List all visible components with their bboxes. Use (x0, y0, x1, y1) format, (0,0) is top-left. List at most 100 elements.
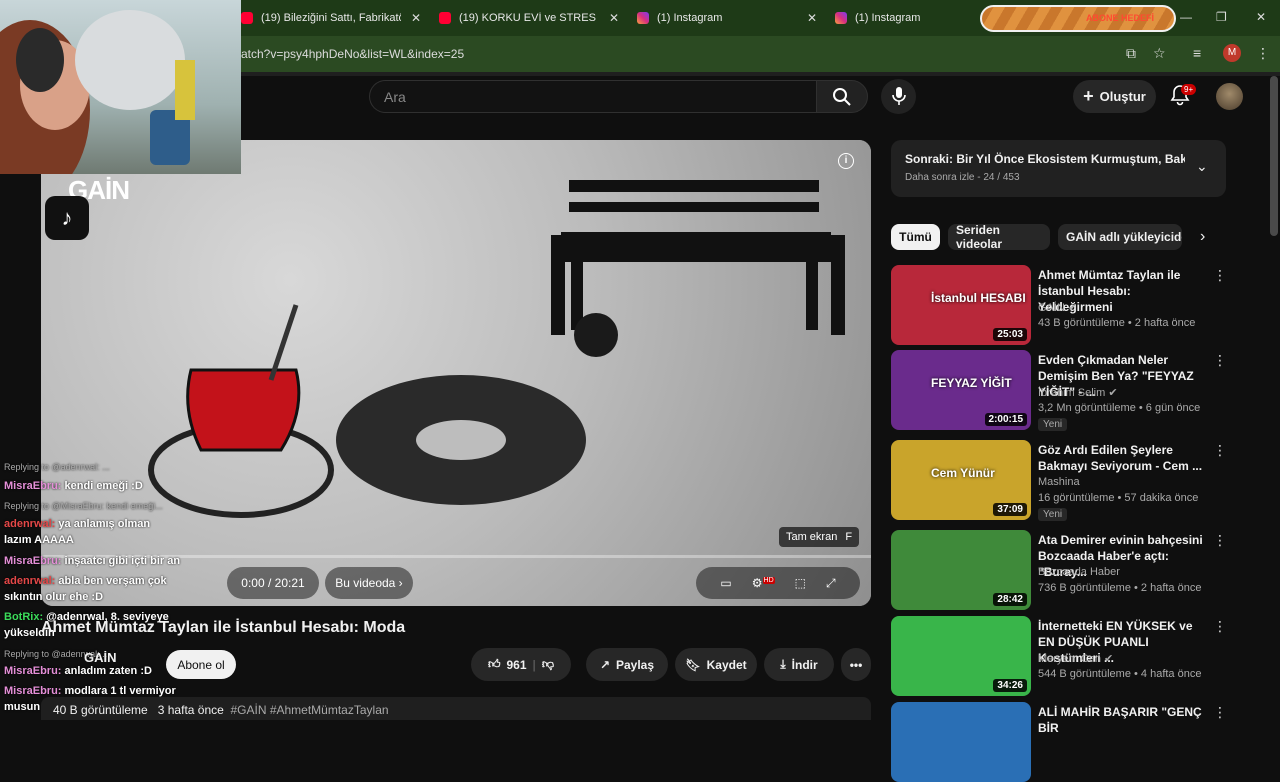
verified-icon: ✔︎ (1104, 653, 1114, 665)
minimize-icon[interactable]: — (1180, 10, 1192, 24)
chat-reply-text: Replying to @adenrwal: ... (4, 462, 110, 472)
more-vertical-icon[interactable]: ⋮ (1213, 618, 1227, 635)
fullscreen-icon[interactable]: ⤢ (826, 576, 836, 591)
channel-label: GAİN (1038, 302, 1065, 314)
recommendation-channel[interactable]: Bozcaada Haber (1038, 566, 1120, 578)
more-actions-button[interactable]: ••• (841, 648, 871, 681)
bookmark-star-icon[interactable]: ☆ (1153, 45, 1166, 62)
playlist-panel[interactable]: Sonraki: Bir Yıl Önce Ekosistem Kurmuştu… (891, 140, 1226, 197)
recommendation-channel[interactable]: Meryem Can ✔︎ (1038, 652, 1113, 665)
recommendation-channel[interactable]: GAİN ✔︎ (1038, 301, 1077, 314)
reading-list-icon[interactable]: ≡ (1193, 45, 1201, 61)
description-box[interactable]: 40 B görüntüleme 3 hafta önce #GAİN #Ahm… (41, 697, 871, 720)
install-icon[interactable]: ⧉ (1126, 45, 1136, 62)
theater-mode-icon[interactable]: ⬚ (795, 576, 806, 590)
chevron-right-icon[interactable]: › (1200, 228, 1205, 246)
restore-icon[interactable]: ❐ (1216, 10, 1227, 24)
voice-search-button[interactable] (881, 79, 916, 114)
video-duration: 2:00:15 (984, 413, 1027, 426)
share-label: Paylaş (616, 657, 655, 672)
close-window-icon[interactable]: ✕ (1256, 10, 1266, 24)
bench-illustration (551, 180, 845, 357)
url-field[interactable]: atch?v=psy4hphDeNo&list=WL&index=25 (241, 47, 464, 61)
youtube-icon (241, 12, 253, 24)
scrollbar[interactable] (1270, 76, 1278, 236)
subtitles-icon[interactable]: ▭ (720, 576, 731, 590)
video-thumbnail[interactable]: Cem Yünür 37:09 (891, 440, 1031, 520)
video-thumbnail[interactable]: 28:42 (891, 530, 1031, 610)
chip-uploader[interactable]: GAİN adlı yükleyiciden (1058, 224, 1182, 250)
chapters-button[interactable]: Bu videoda › (325, 567, 413, 599)
recommendation-title[interactable]: ALİ MAHİR BAŞARIR "GENÇ BİR (1038, 704, 1208, 736)
search-input[interactable]: Ara (369, 80, 816, 113)
recommendation-meta: 736 B görüntüleme • 2 hafta önce (1038, 582, 1202, 594)
more-vertical-icon[interactable]: ⋮ (1213, 442, 1227, 459)
more-vertical-icon[interactable]: ⋮ (1213, 352, 1227, 369)
chat-user: adenrwal: (4, 575, 56, 587)
browser-tab[interactable]: (1) Instagram (835, 6, 965, 30)
channel-label: İbrahim Selim (1038, 387, 1106, 399)
like-count[interactable]: 961 (506, 658, 526, 672)
recommendation-item[interactable]: ALİ MAHİR BAŞARIR "GENÇ BİR ⋮ (891, 702, 1227, 782)
menu-dots-icon[interactable]: ⋮ (1256, 45, 1270, 62)
recommendation-item[interactable]: 34:26 İnternetteki EN YÜKSEK ve EN DÜŞÜK … (891, 616, 1227, 696)
more-vertical-icon[interactable]: ⋮ (1213, 704, 1227, 721)
simit-illustration (336, 375, 586, 505)
chip-series[interactable]: Seriden videolar (948, 223, 1050, 251)
youtube-icon (439, 12, 451, 24)
channel-label: Meryem Can (1038, 653, 1101, 665)
chat-text: anladım zaten :D (64, 665, 152, 677)
more-vertical-icon[interactable]: ⋮ (1213, 267, 1227, 284)
recommendation-item[interactable]: İstanbul HESABI 25:03 Ahmet Mümtaz Taylan … (891, 265, 1227, 345)
create-button[interactable]: + Oluştur (1073, 80, 1156, 113)
chat-text: ya anlamış olman (58, 518, 151, 530)
video-thumbnail[interactable] (891, 702, 1031, 782)
time-text: 0:00 / 20:21 (241, 576, 305, 590)
chip-all[interactable]: Tümü (891, 224, 940, 250)
save-button[interactable]: 🔖︎ Kaydet (675, 648, 757, 681)
hashtags[interactable]: #GAİN #AhmetMümtazTaylan (230, 703, 388, 717)
recommendation-item[interactable]: FEYYAZ YİĞİT 2:00:15 Evden Çıkmadan Neler … (891, 350, 1227, 431)
more-horizontal-icon: ••• (849, 657, 863, 672)
video-title: Ahmet Mümtaz Taylan ile İstanbul Hesabı:… (41, 619, 406, 636)
tiktok-icon: ♪ (45, 196, 89, 240)
search-button[interactable] (816, 80, 868, 113)
chat-reply: Replying to @MisraEbru: kendi emeği... (4, 499, 219, 514)
chat-message: adenrwal: abla ben verşam çok (4, 574, 219, 589)
profile-avatar[interactable]: M (1223, 44, 1241, 62)
video-thumbnail[interactable]: İstanbul HESABI 25:03 (891, 265, 1031, 345)
recommendation-meta: 544 B görüntüleme • 4 hafta önce (1038, 668, 1202, 680)
subscribe-label: Abone ol (177, 657, 225, 672)
plus-icon: + (1083, 86, 1094, 106)
subscribe-button[interactable]: Abone ol (166, 650, 236, 679)
browser-tab[interactable]: (1) Instagram ✕ (637, 6, 817, 30)
close-icon[interactable]: ✕ (807, 11, 817, 25)
chat-reply: Replying to @adenrwal: ... (4, 460, 219, 475)
close-icon[interactable]: ✕ (411, 11, 421, 25)
recommendation-title[interactable]: Göz Ardı Edilen Şeylere Bakmayı Seviyoru… (1038, 442, 1208, 474)
chapter-label: Bu videoda (335, 576, 396, 590)
recommendation-item[interactable]: Cem Yünür 37:09 Göz Ardı Edilen Şeylere Ba… (891, 440, 1227, 521)
recommendation-channel[interactable]: Mashina (1038, 476, 1080, 488)
channel-name[interactable]: GAİN (84, 650, 117, 665)
close-icon[interactable]: ✕ (609, 11, 619, 25)
view-count: 40 B görüntüleme (53, 703, 148, 717)
chat-user: adenrwal: (4, 518, 56, 530)
video-thumbnail[interactable]: 34:26 (891, 616, 1031, 696)
recommendation-channel[interactable]: İbrahim Selim ✔︎ (1038, 386, 1118, 399)
chat-user: MisraEbru: (4, 555, 62, 567)
notification-badge: 9+ (1181, 84, 1197, 95)
share-button[interactable]: ↗ Paylaş (586, 648, 668, 681)
like-icon[interactable]: 👍︎ (488, 657, 501, 672)
chevron-down-icon[interactable]: ⌄ (1196, 158, 1208, 175)
settings-gear-icon[interactable]: ⚙HD (752, 576, 775, 590)
more-vertical-icon[interactable]: ⋮ (1213, 532, 1227, 549)
recommendation-item[interactable]: 28:42 Ata Demirer evinin bahçesini Bozcaa… (891, 530, 1227, 610)
browser-tab[interactable]: (19) KORKU EVİ ve STRES ODAS ✕ (439, 6, 619, 30)
user-avatar[interactable] (1216, 83, 1243, 110)
video-thumbnail[interactable]: FEYYAZ YİĞİT 2:00:15 (891, 350, 1031, 430)
info-icon[interactable]: i (838, 153, 854, 169)
browser-tab[interactable]: (19) Bileziğini Sattı, Fabrikatör O ✕ (241, 6, 421, 30)
download-button[interactable]: ⤓ İndir (764, 648, 834, 681)
dislike-icon[interactable]: 👎︎ (542, 657, 554, 672)
